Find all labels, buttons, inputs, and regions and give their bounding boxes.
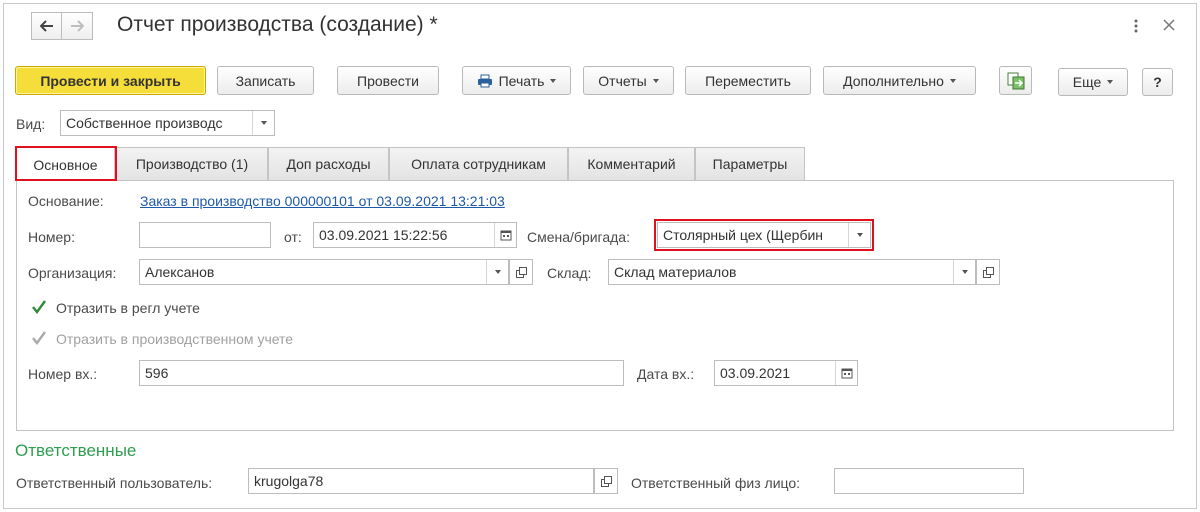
chevron-down-icon (949, 78, 956, 83)
vid-label: Вид: (16, 116, 46, 132)
chevron-down-icon (652, 78, 659, 83)
prod-accounting-label: Отразить в производственном учете (56, 331, 294, 347)
open-icon (515, 266, 527, 278)
print-label: Печать (498, 72, 545, 89)
tab-additional-costs[interactable]: Доп расходы (268, 147, 389, 180)
help-button[interactable]: ? (1142, 68, 1173, 96)
incoming-date-label: Дата вх.: (637, 366, 695, 382)
chevron-down-icon (550, 78, 557, 83)
back-button[interactable] (31, 12, 62, 40)
responsible-person-label: Ответственный физ лицо: (631, 475, 801, 491)
move-button[interactable]: Переместить (685, 66, 811, 95)
incoming-date-input[interactable]: 03.09.2021 (714, 360, 858, 386)
chevron-down-icon (1107, 80, 1114, 84)
date-value: 03.09.2021 15:22:56 (319, 227, 448, 243)
close-icon[interactable] (1161, 17, 1177, 33)
reg-accounting-label: Отразить в регл учете (56, 300, 200, 316)
additional-button[interactable]: Дополнительно (823, 66, 976, 95)
responsible-person-input[interactable] (834, 468, 1024, 494)
organization-label: Организация: (28, 265, 117, 281)
document-structure-icon (1007, 72, 1024, 89)
incoming-number-input[interactable]: 596 (139, 360, 624, 386)
arrow-right-icon (71, 20, 84, 32)
chevron-down-icon[interactable] (953, 260, 975, 284)
tab-employee-pay[interactable]: Оплата сотрудникам (389, 147, 568, 180)
chevron-down-icon[interactable] (486, 260, 508, 284)
warehouse-label: Склад: (547, 265, 592, 281)
shift-select[interactable]: Столярный цех (Щербин (657, 222, 871, 248)
responsible-user-input[interactable]: krugolga78 (248, 468, 594, 494)
chevron-down-icon[interactable] (848, 223, 870, 247)
open-icon (600, 475, 612, 487)
responsible-user-label: Ответственный пользователь: (16, 475, 213, 491)
checkmark-icon (32, 331, 46, 345)
incoming-number-label: Номер вх.: (28, 366, 98, 382)
basis-link[interactable]: Заказ в производство 000000101 от 03.09.… (140, 193, 505, 209)
structure-button[interactable] (999, 66, 1032, 95)
responsible-section-title: Ответственные (15, 441, 137, 460)
incoming-date-value: 03.09.2021 (720, 365, 791, 381)
warehouse-value: Склад материалов (614, 264, 737, 280)
basis-label: Основание: (28, 193, 104, 209)
prod-accounting-checkbox (31, 330, 47, 346)
additional-label: Дополнительно (843, 72, 944, 89)
tab-main[interactable]: Основное (16, 147, 115, 181)
organization-select[interactable]: Алексанов (139, 259, 509, 285)
more-vertical-icon[interactable] (1128, 16, 1144, 36)
date-input[interactable]: 03.09.2021 15:22:56 (313, 222, 517, 248)
more-label: Еще (1072, 74, 1102, 90)
save-button[interactable]: Записать (217, 66, 314, 95)
from-label: от: (284, 229, 302, 245)
vid-value: Собственное производс (66, 115, 223, 131)
reports-button[interactable]: Отчеты (583, 66, 674, 95)
page-title: Отчет производства (создание) * (117, 13, 438, 36)
more-button[interactable]: Еще (1058, 68, 1128, 96)
open-user-button[interactable] (594, 468, 618, 494)
forward-button[interactable] (62, 12, 93, 40)
post-and-close-button[interactable]: Провести и закрыть (15, 66, 206, 95)
open-warehouse-button[interactable] (976, 259, 1000, 285)
calendar-icon[interactable] (835, 361, 857, 385)
tab-production[interactable]: Производство (1) (116, 147, 268, 180)
open-organization-button[interactable] (509, 259, 533, 285)
post-button[interactable]: Провести (337, 66, 439, 95)
printer-icon (477, 74, 492, 87)
reports-label: Отчеты (598, 72, 647, 89)
warehouse-select[interactable]: Склад материалов (608, 259, 976, 285)
print-button[interactable]: Печать (462, 66, 571, 95)
shift-value: Столярный цех (Щербин (663, 227, 824, 243)
organization-value: Алексанов (145, 264, 215, 280)
open-icon (982, 266, 994, 278)
reg-accounting-checkbox[interactable] (31, 299, 47, 315)
tab-parameters[interactable]: Параметры (695, 147, 805, 180)
arrow-left-icon (39, 20, 53, 32)
vid-select[interactable]: Собственное производс (60, 110, 275, 136)
checkmark-icon (32, 300, 46, 314)
number-label: Номер: (28, 229, 75, 245)
number-input[interactable] (139, 222, 271, 248)
shift-label: Смена/бригада: (527, 229, 630, 245)
tab-comment[interactable]: Комментарий (568, 147, 695, 180)
chevron-down-icon[interactable] (252, 111, 274, 135)
calendar-icon[interactable] (494, 223, 516, 247)
